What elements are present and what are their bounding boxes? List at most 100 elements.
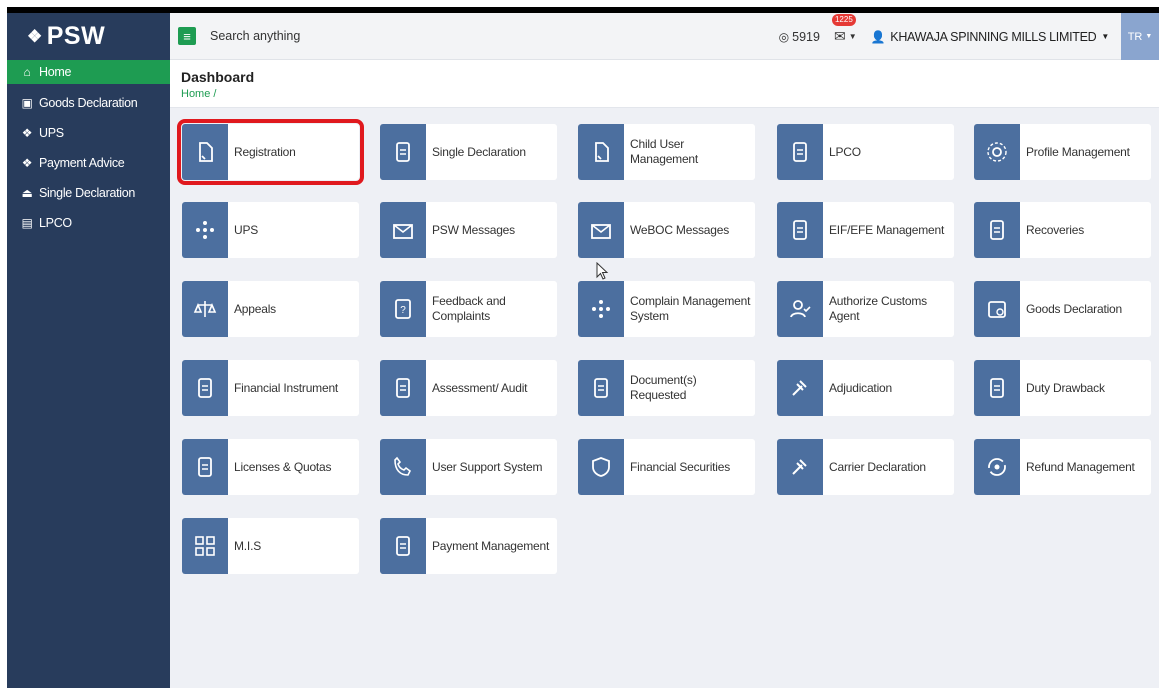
- tile-payment-management[interactable]: Payment Management: [380, 518, 557, 574]
- target-icon: ◎: [778, 29, 790, 44]
- tile-feedback-and-complaints[interactable]: ? Feedback and Complaints: [380, 281, 557, 337]
- tile-eif-efe-management[interactable]: EIF/EFE Management: [777, 202, 954, 258]
- tile-label: WeBOC Messages: [630, 222, 730, 237]
- sidebar-item-single-declaration[interactable]: ⏏ Single Declaration: [7, 178, 170, 208]
- tile-complain-management-system[interactable]: Complain Management System: [578, 281, 755, 337]
- tile-label: Single Declaration: [432, 144, 526, 159]
- user-support-icon: [380, 439, 426, 495]
- sidebar-item-goods-declaration[interactable]: ▣ Goods Declaration: [7, 88, 170, 118]
- user-menu-button[interactable]: TR ▼: [1121, 13, 1159, 60]
- scales-icon: [182, 281, 228, 337]
- tile-recoveries[interactable]: Recoveries: [974, 202, 1151, 258]
- tile-label: Duty Drawback: [1026, 380, 1105, 395]
- sidebar-item-label: Goods Declaration: [39, 96, 138, 110]
- top-bar-right: ◎ 5919 1225 ✉ ▼ 👤 KHAWAJA SPINNING MILLS…: [779, 13, 1159, 60]
- page-title: Dashboard: [181, 69, 255, 85]
- tile-m-i-s[interactable]: M.I.S: [182, 518, 359, 574]
- mouse-cursor-icon: [596, 262, 609, 280]
- lpco-icon: ▤: [21, 216, 33, 230]
- tile-weboc-messages[interactable]: WeBOC Messages: [578, 202, 755, 258]
- tile-carrier-declaration[interactable]: Carrier Declaration: [777, 439, 954, 495]
- tile-label: EIF/EFE Management: [829, 222, 945, 237]
- licenses-icon: [182, 439, 228, 495]
- messages-dropdown[interactable]: 1225 ✉ ▼: [831, 14, 857, 45]
- menu-toggle-button[interactable]: ≡: [178, 27, 196, 45]
- tile-financial-securities[interactable]: Financial Securities: [578, 439, 755, 495]
- tile-financial-instrument[interactable]: Financial Instrument: [182, 360, 359, 416]
- profile-gear-icon: [974, 124, 1020, 180]
- counter-widget[interactable]: ◎ 5919: [779, 30, 820, 44]
- caret-down-icon: ▼: [848, 32, 857, 41]
- tile-label: Document(s) Requested: [630, 373, 697, 402]
- user-icon: 👤: [870, 29, 886, 44]
- tile-profile-management[interactable]: Profile Management: [974, 124, 1151, 180]
- duty-drawback-icon: [974, 360, 1020, 416]
- goods-declaration-icon: ▣: [21, 96, 33, 110]
- tile-label: Adjudication: [829, 380, 892, 395]
- ups-icon: ❖: [21, 126, 33, 140]
- tile-appeals[interactable]: Appeals: [182, 281, 359, 337]
- tile-label: Child User Management: [630, 137, 699, 166]
- sidebar-item-label: Payment Advice: [39, 156, 125, 170]
- tile-document-s-requested[interactable]: Document(s) Requested: [578, 360, 755, 416]
- sidebar-item-ups[interactable]: ❖ UPS: [7, 118, 170, 148]
- tile-duty-drawback[interactable]: Duty Drawback: [974, 360, 1151, 416]
- recoveries-icon: [974, 202, 1020, 258]
- sidebar: ❖ PSW ⌂ Home ▣ Goods Declaration ❖ UPS ❖…: [7, 13, 170, 688]
- company-dropdown[interactable]: 👤 KHAWAJA SPINNING MILLS LIMITED ▼: [870, 29, 1110, 44]
- psw-logo[interactable]: ❖ PSW: [7, 13, 170, 60]
- tile-label: Refund Management: [1026, 459, 1135, 474]
- tile-label: UPS: [234, 222, 259, 237]
- sidebar-item-lpco[interactable]: ▤ LPCO: [7, 208, 170, 238]
- tile-adjudication[interactable]: Adjudication: [777, 360, 954, 416]
- carrier-declaration-icon: [777, 439, 823, 495]
- home-icon: ⌂: [23, 65, 31, 79]
- tile-label: PSW Messages: [432, 222, 515, 237]
- crane-icon: [380, 124, 426, 180]
- tile-single-declaration[interactable]: Single Declaration: [380, 124, 557, 180]
- tile-lpco[interactable]: LPCO: [777, 124, 954, 180]
- tile-user-support-system[interactable]: User Support System: [380, 439, 557, 495]
- tile-child-user-management[interactable]: Child User Management: [578, 124, 755, 180]
- tile-authorize-customs-agent[interactable]: Authorize Customs Agent: [777, 281, 954, 337]
- tile-label: M.I.S: [234, 538, 262, 553]
- logo-text: PSW: [46, 22, 106, 50]
- authorize-agent-icon: [777, 281, 823, 337]
- lpco-icon: [777, 124, 823, 180]
- tile-psw-messages[interactable]: PSW Messages: [380, 202, 557, 258]
- tile-goods-declaration[interactable]: Goods Declaration: [974, 281, 1151, 337]
- tile-label: Assessment/ Audit: [432, 380, 528, 395]
- tile-label: Payment Management: [432, 538, 550, 553]
- tile-licenses-quotas[interactable]: Licenses & Quotas: [182, 439, 359, 495]
- goods-declaration-icon: [974, 281, 1020, 337]
- tile-ups[interactable]: UPS: [182, 202, 359, 258]
- document-pen-icon: [182, 124, 228, 180]
- sidebar-item-payment-advice[interactable]: ❖ Payment Advice: [7, 148, 170, 178]
- tile-assessment-audit[interactable]: Assessment/ Audit: [380, 360, 557, 416]
- weboc-messages-icon: [578, 202, 624, 258]
- search-input[interactable]: [210, 29, 610, 43]
- eif-efe-icon: [777, 202, 823, 258]
- counter-value: 5919: [792, 29, 820, 44]
- payment-advice-icon: ❖: [21, 156, 33, 170]
- tile-label: Appeals: [234, 301, 276, 316]
- tile-label: Goods Declaration: [1026, 301, 1122, 316]
- caret-down-icon: ▼: [1101, 32, 1109, 41]
- sidebar-item-home[interactable]: ⌂ Home: [7, 60, 170, 84]
- tile-refund-management[interactable]: Refund Management: [974, 439, 1151, 495]
- caret-down-icon: ▼: [1145, 33, 1153, 40]
- tile-registration[interactable]: Registration: [177, 119, 364, 185]
- adjudication-icon: [777, 360, 823, 416]
- complain-system-icon: [578, 281, 624, 337]
- mail-badge: 1225: [831, 14, 856, 26]
- financial-securities-icon: [578, 439, 624, 495]
- company-name: KHAWAJA SPINNING MILLS LIMITED: [890, 29, 1097, 44]
- tile-label: Carrier Declaration: [829, 459, 926, 474]
- sidebar-item-label: LPCO: [39, 216, 72, 230]
- breadcrumb[interactable]: Home /: [181, 88, 1159, 100]
- question-icon: ?: [380, 281, 426, 337]
- assessment-audit-icon: [380, 360, 426, 416]
- user-initials: TR: [1127, 30, 1143, 43]
- tile-label: Recoveries: [1026, 222, 1085, 237]
- tile-label: User Support System: [432, 459, 543, 474]
